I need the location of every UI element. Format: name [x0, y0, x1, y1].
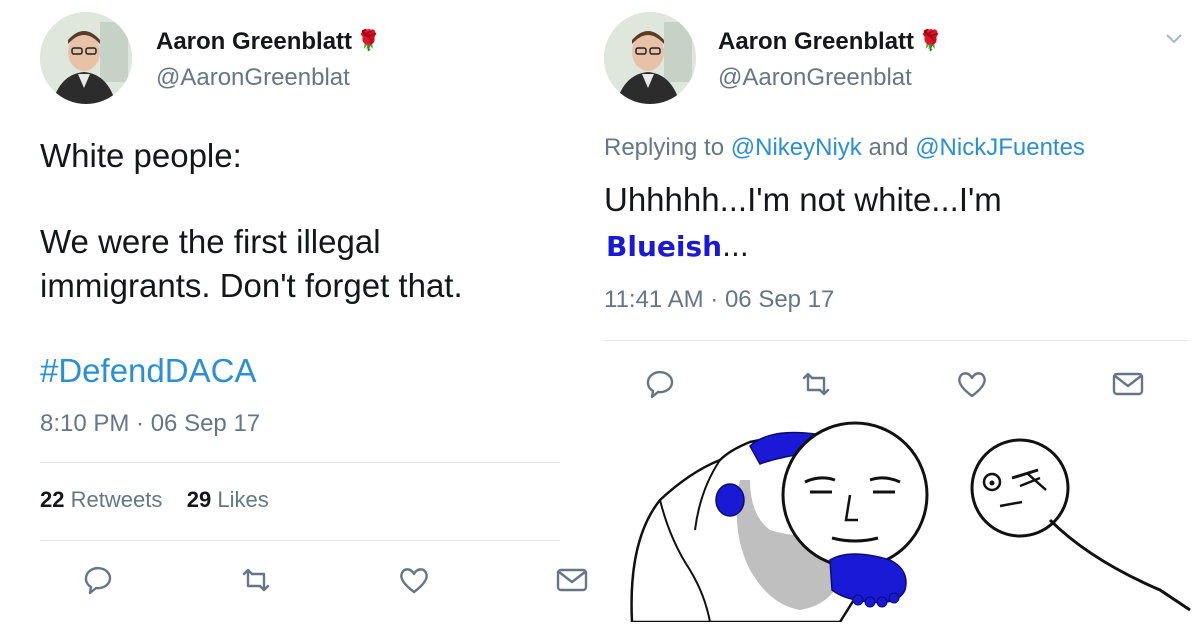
author-name[interactable]: Aaron Greenblatt	[156, 28, 352, 56]
retweet-icon[interactable]	[238, 562, 274, 598]
like-icon[interactable]	[396, 562, 432, 598]
rose-icon: 🌹	[356, 30, 381, 52]
rage-comic-drawing	[630, 421, 1191, 624]
reply-icon[interactable]	[80, 562, 116, 598]
reply-user-link[interactable]: @NikeyNiyk	[731, 134, 862, 161]
avatar[interactable]	[604, 12, 696, 104]
right-tweet: Aaron Greenblatt 🌹 @AaronGreenblat Reply…	[600, 0, 1200, 624]
engagement-stats: 22 Retweets 29 Likes	[40, 487, 269, 513]
meme-illustration	[600, 420, 1200, 624]
message-icon[interactable]	[1110, 366, 1146, 402]
hashtag-link[interactable]: #DefendDACA	[40, 352, 256, 390]
left-tweet: Aaron Greenblatt 🌹 @AaronGreenblat White…	[0, 0, 600, 622]
timestamp[interactable]: 11:41 AM · 06 Sep 17	[604, 286, 834, 314]
timestamp[interactable]: 8:10 PM · 06 Sep 17	[40, 410, 260, 438]
tweet-text-line-2: We were the first illegal	[40, 223, 381, 260]
likes-label[interactable]: Likes	[217, 487, 268, 512]
blueish-word: Blueish	[606, 230, 723, 263]
tweet-text-line-2: Blueish...	[606, 230, 749, 263]
rose-icon: 🌹	[918, 30, 943, 52]
divider	[40, 462, 560, 463]
divider	[604, 340, 1188, 341]
replying-to: Replying to @NikeyNiyk and @NickJFuentes	[604, 134, 1085, 162]
ellipsis: ...	[722, 230, 749, 263]
replying-and: and	[868, 134, 909, 161]
divider	[40, 540, 560, 541]
author-handle[interactable]: @AaronGreenblat	[156, 64, 350, 92]
reply-user-link[interactable]: @NickJFuentes	[915, 134, 1085, 161]
author-name[interactable]: Aaron Greenblatt	[718, 28, 914, 56]
retweets-count[interactable]: 22	[40, 487, 64, 512]
tweet-text-line-1: Uhhhhh...I'm not white...I'm	[604, 181, 1002, 218]
reply-icon[interactable]	[642, 366, 678, 402]
retweets-label[interactable]: Retweets	[71, 487, 163, 512]
like-icon[interactable]	[954, 366, 990, 402]
tweet-text-line-3: immigrants. Don't forget that.	[40, 267, 463, 304]
tweet-text-line-1: White people:	[40, 137, 242, 174]
author-handle[interactable]: @AaronGreenblat	[718, 64, 912, 92]
likes-count[interactable]: 29	[187, 487, 211, 512]
replying-prefix: Replying to	[604, 134, 725, 161]
retweet-icon[interactable]	[798, 366, 834, 402]
message-icon[interactable]	[554, 562, 590, 598]
chevron-down-icon[interactable]	[1162, 26, 1186, 50]
avatar[interactable]	[40, 12, 132, 104]
